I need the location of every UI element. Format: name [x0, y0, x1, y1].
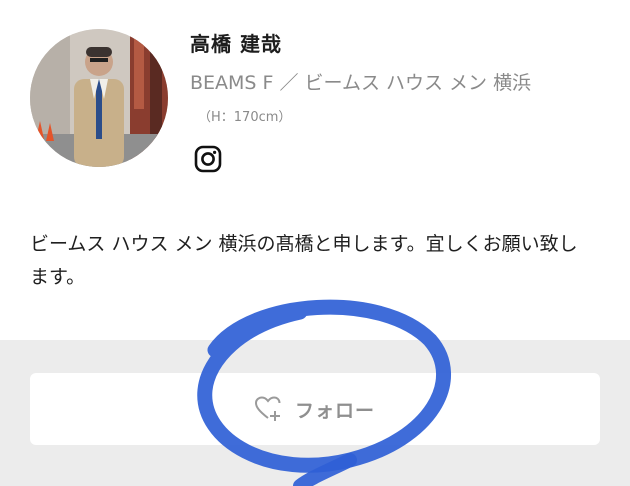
- instagram-icon[interactable]: [194, 145, 222, 173]
- profile-name: 高橋 建哉: [190, 32, 282, 56]
- follow-button[interactable]: フォロー: [30, 373, 600, 445]
- profile-bio: ビームス ハウス メン 横浜の髙橋と申します。宜しくお願い致します。: [30, 233, 578, 288]
- shop-name[interactable]: BEAMS F ／ ビームス ハウス メン 横浜: [190, 68, 531, 95]
- heart-plus-icon: [254, 396, 283, 422]
- avatar[interactable]: [30, 29, 168, 167]
- follow-label: フォロー: [294, 399, 375, 422]
- profile-height: （H：170cm）: [198, 110, 292, 125]
